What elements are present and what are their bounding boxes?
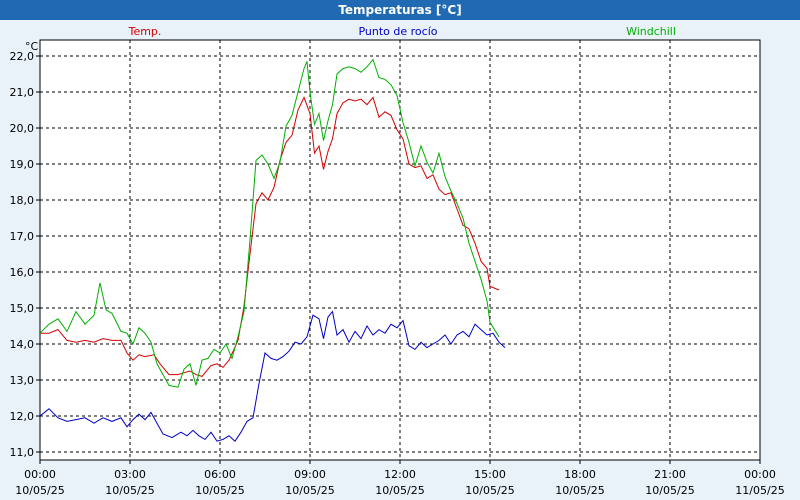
- x-tick-date-label: 10/05/25: [375, 484, 424, 497]
- y-tick-label: 15,0: [10, 302, 35, 315]
- y-tick-label: 19,0: [10, 158, 35, 171]
- y-tick-label: 16,0: [10, 266, 35, 279]
- x-tick-time-label: 12:00: [384, 468, 416, 481]
- x-tick-time-label: 15:00: [474, 468, 506, 481]
- x-tick-time-label: 03:00: [114, 468, 146, 481]
- x-tick-date-label: 10/05/25: [465, 484, 514, 497]
- x-tick-date-label: 10/05/25: [195, 484, 244, 497]
- x-tick-date-label: 11/05/25: [735, 484, 784, 497]
- x-axis-ticks: 00:00 10/05/25 03:00 10/05/25 06:00 10/05/25 0…: [15, 460, 785, 497]
- temperature-chart: 22,021,020,019,018,017,016,015,014,013,0…: [10, 25, 785, 497]
- chart-title: Temperaturas [°C]: [0, 0, 800, 20]
- x-tick-date-label: 10/05/25: [15, 484, 64, 497]
- x-tick-date-label: 10/05/25: [285, 484, 334, 497]
- x-tick-date-label: 10/05/25: [555, 484, 604, 497]
- x-tick-date-label: 10/05/25: [105, 484, 154, 497]
- y-axis-unit-label: °C: [25, 40, 39, 53]
- legend: Temp. Punto de rocío Windchill: [128, 25, 676, 38]
- y-tick-label: 20,0: [10, 122, 35, 135]
- y-tick-label: 17,0: [10, 230, 35, 243]
- x-tick-date-label: 10/05/25: [645, 484, 694, 497]
- legend-entry: Temp.: [128, 25, 162, 38]
- y-tick-label: 12,0: [10, 410, 35, 423]
- legend-entry: Punto de rocío: [358, 25, 437, 38]
- chart-window: Temperaturas [°C] 22,0 21,0 20,0 19,0 18,0 17…: [0, 0, 800, 500]
- y-tick-label: 11,0: [10, 446, 35, 459]
- x-tick-time-label: 09:00: [294, 468, 326, 481]
- y-tick-label: 18,0: [10, 194, 35, 207]
- legend-entry: Windchill: [626, 25, 676, 38]
- y-axis-ticks: 22,021,020,019,018,017,016,015,014,013,0…: [10, 50, 40, 459]
- y-tick-label: 14,0: [10, 338, 35, 351]
- x-tick-time-label: 00:00: [24, 468, 56, 481]
- x-tick-time-label: 18:00: [564, 468, 596, 481]
- y-tick-label: 13,0: [10, 374, 35, 387]
- x-tick-time-label: 06:00: [204, 468, 236, 481]
- x-tick-time-label: 00:00: [744, 468, 776, 481]
- x-tick-time-label: 21:00: [654, 468, 686, 481]
- y-tick-label: 21,0: [10, 86, 35, 99]
